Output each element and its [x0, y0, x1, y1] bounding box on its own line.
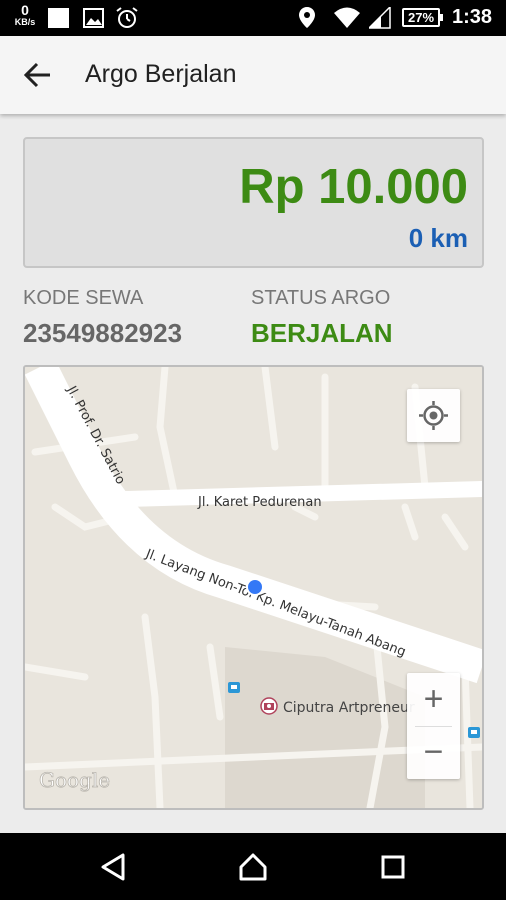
my-location-button[interactable]: [407, 389, 460, 442]
system-nav-bar: [0, 833, 506, 900]
kode-sewa-value: 23549882923: [23, 318, 183, 348]
battery-icon: 27%: [402, 8, 443, 27]
network-speed: 0 KB/s: [10, 3, 40, 27]
map-view[interactable]: Jl. Prof. Dr. Satrio Jl. Karet Pedurenan…: [23, 365, 484, 810]
fare-distance: 0 km: [408, 223, 468, 253]
recents-icon[interactable]: [377, 851, 409, 883]
poi-label: Ciputra Artpreneur: [283, 700, 415, 716]
image-icon: [83, 8, 104, 28]
bus-stop-icon: [468, 727, 480, 738]
poi-camera-icon: [260, 697, 278, 715]
alarm-icon: [116, 7, 138, 28]
crosshair-icon: [419, 401, 448, 430]
page-title: Argo Berjalan: [85, 60, 237, 88]
zoom-controls: + −: [407, 673, 460, 779]
app-bar: Argo Berjalan: [0, 36, 506, 114]
kode-sewa-label: KODE SEWA: [23, 287, 144, 309]
zoom-in-button[interactable]: +: [407, 673, 460, 726]
map-attribution: Google: [39, 768, 110, 792]
current-location-dot: [248, 580, 262, 594]
network-speed-unit: KB/s: [14, 17, 36, 27]
bus-stop-icon: [228, 682, 240, 693]
fare-display: Rp 10.000 0 km: [23, 137, 484, 268]
network-speed-value: 0: [21, 2, 29, 18]
status-argo-label: STATUS ARGO: [251, 287, 391, 309]
arrow-back-icon[interactable]: [22, 60, 54, 90]
status-bar: 0 KB/s 27% 1:38: [0, 0, 506, 36]
zoom-out-button[interactable]: −: [407, 726, 460, 779]
signal-icon: [369, 7, 391, 29]
clock: 1:38: [452, 6, 493, 28]
wifi-icon: [334, 7, 360, 28]
fare-amount: Rp 10.000: [239, 160, 468, 214]
street-label-karet-pedurenan: Jl. Karet Pedurenan: [197, 495, 322, 510]
status-argo-value: BERJALAN: [251, 318, 393, 348]
location-pin-icon: [299, 7, 315, 28]
back-triangle-icon[interactable]: [97, 851, 129, 883]
notification-square-icon: [48, 8, 69, 28]
home-icon[interactable]: [237, 851, 269, 883]
